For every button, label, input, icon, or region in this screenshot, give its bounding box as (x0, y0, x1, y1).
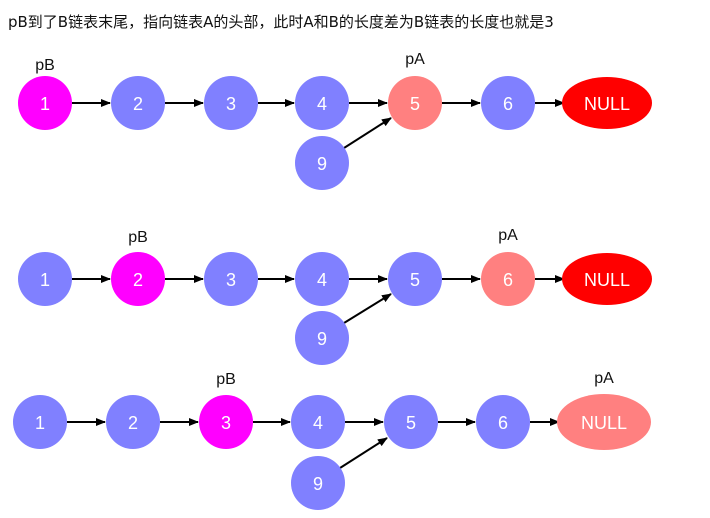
linked-list-rows: 1 2 3 4 5 6 NULL 9 pB pA 1 2 3 4 5 6 NULL 9 pB pA 1 2 3 4 5 6 NULL… (13, 51, 652, 510)
null-node-label: NULL (581, 413, 627, 433)
branch-arrow (339, 437, 388, 469)
list-node-label: 5 (410, 94, 420, 114)
list-node-label: 1 (35, 413, 45, 433)
branch-node-label: 9 (313, 474, 323, 494)
linked-list-diagram: pB到了B链表末尾，指向链表A的头部，此时A和B的长度差为B链表的长度也就是3 … (8, 13, 652, 510)
list-node-label: 5 (406, 413, 416, 433)
list-node-label: 1 (40, 270, 50, 290)
pointer-label-pa: pA (498, 227, 518, 244)
pointer-label-pb: pB (216, 371, 236, 388)
list-row-3: 1 2 3 4 5 6 NULL 9 pB pA (13, 370, 651, 510)
diagram-caption: pB到了B链表末尾，指向链表A的头部，此时A和B的长度差为B链表的长度也就是3 (8, 13, 554, 31)
list-node-label: 6 (498, 413, 508, 433)
list-node-label: 4 (317, 270, 327, 290)
list-node-label: 6 (503, 94, 513, 114)
list-node-label: 2 (133, 94, 143, 114)
branch-node-label: 9 (317, 329, 327, 349)
pointer-label-pb: pB (128, 229, 148, 246)
branch-arrow (343, 117, 392, 149)
list-row-2: 1 2 3 4 5 6 NULL 9 pB pA (18, 227, 652, 365)
list-node-label: 6 (503, 270, 513, 290)
list-node-label: 3 (226, 270, 236, 290)
list-node-label: 2 (133, 270, 143, 290)
pointer-label-pb: pB (35, 57, 55, 74)
list-node-label: 1 (40, 94, 50, 114)
pointer-label-pa: pA (594, 370, 614, 387)
branch-arrow (343, 293, 392, 324)
pointer-label-pa: pA (405, 51, 425, 68)
null-node-label: NULL (584, 94, 630, 114)
list-node-label: 5 (410, 270, 420, 290)
branch-node-label: 9 (317, 154, 327, 174)
null-node-label: NULL (584, 270, 630, 290)
list-node-label: 4 (317, 94, 327, 114)
list-node-label: 4 (313, 413, 323, 433)
list-row-1: 1 2 3 4 5 6 NULL 9 pB pA (18, 51, 652, 190)
list-node-label: 3 (221, 413, 231, 433)
list-node-label: 2 (128, 413, 138, 433)
list-node-label: 3 (226, 94, 236, 114)
